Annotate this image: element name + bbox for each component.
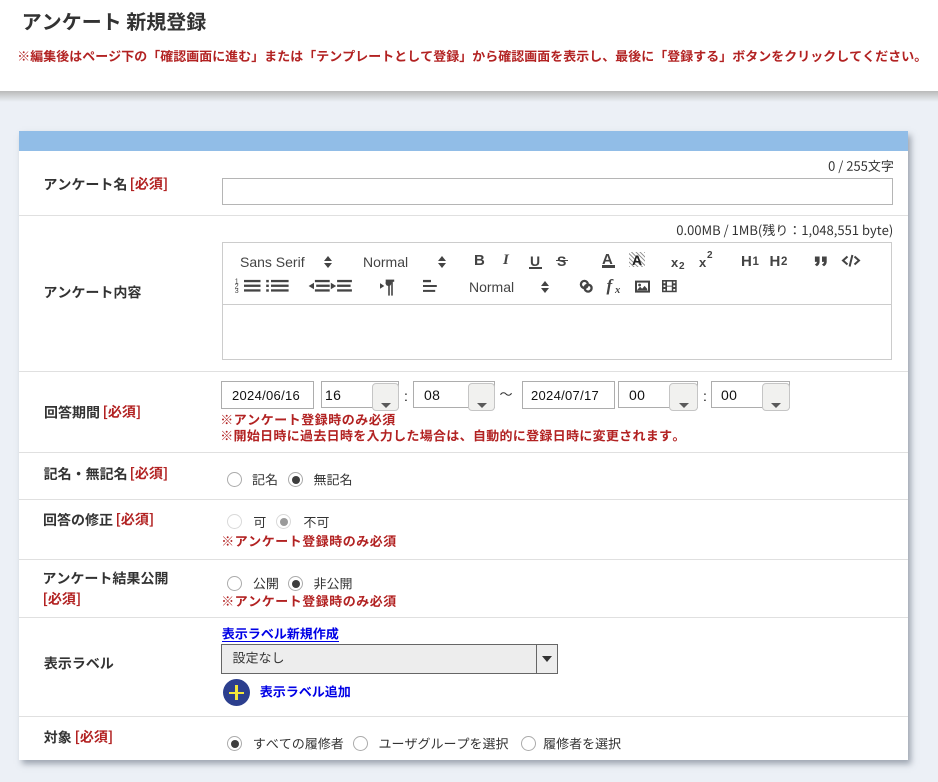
- svg-text:f: f: [607, 276, 615, 295]
- svg-text:3: 3: [235, 288, 239, 295]
- svg-text:x: x: [614, 285, 620, 296]
